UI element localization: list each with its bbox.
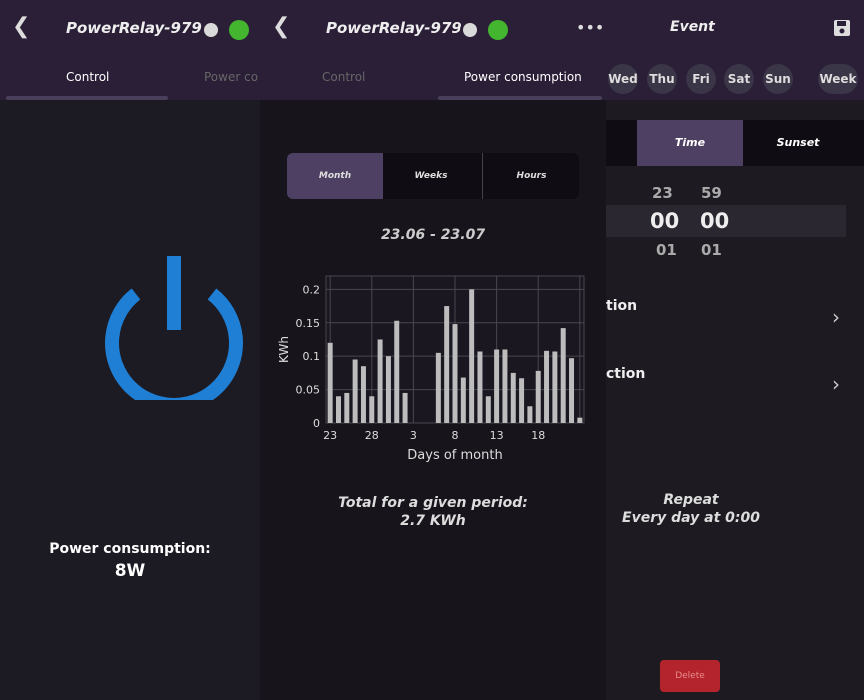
power-consumption-value: 8W — [114, 561, 146, 581]
x-tick-label: 3 — [410, 429, 417, 442]
bar — [477, 351, 483, 423]
picker-hour-next[interactable]: 01 — [656, 241, 677, 259]
online-status-icon — [488, 20, 508, 40]
active-tab-indicator — [438, 96, 602, 100]
bar — [444, 306, 450, 423]
bar — [377, 339, 383, 423]
segment-month[interactable]: Month — [287, 153, 383, 199]
date-range: 23.06 - 23.07 — [380, 227, 486, 243]
action-row-label[interactable]: tion — [606, 298, 637, 314]
globe-icon — [460, 20, 480, 40]
y-tick-label: 0.15 — [296, 317, 321, 330]
bar — [385, 356, 391, 423]
header-bar: ❮ PowerRelay-979c ••• Control Power cons… — [260, 0, 606, 100]
save-icon[interactable] — [833, 19, 851, 37]
segment-weeks[interactable]: Weeks — [383, 153, 479, 199]
control-panel: ❮ PowerRelay-979c Control Power co Power… — [0, 0, 260, 700]
day-sun[interactable]: Sun — [763, 64, 793, 94]
bar — [527, 406, 533, 423]
bar — [335, 396, 341, 423]
bar — [402, 392, 408, 423]
bar — [502, 349, 508, 423]
repeat-value[interactable]: Every day at 0:00 — [606, 510, 776, 526]
device-title: PowerRelay-979c — [66, 19, 211, 37]
x-tick-label: 13 — [490, 429, 504, 442]
segment-hours[interactable]: Hours — [482, 153, 580, 199]
bar — [519, 378, 525, 423]
y-tick-label: 0.2 — [303, 283, 321, 296]
tab-control[interactable]: Control — [66, 70, 109, 84]
bar — [552, 351, 558, 423]
picker-minute-prev[interactable]: 59 — [701, 184, 722, 202]
mode-time[interactable]: Time — [637, 120, 743, 166]
back-arrow-icon[interactable]: ❮ — [12, 14, 30, 39]
bar — [394, 320, 400, 423]
action-row-label[interactable]: ction — [606, 366, 645, 382]
power-consumption-label: Power consumption: — [49, 541, 211, 557]
day-week[interactable]: Week — [818, 64, 858, 94]
delete-button[interactable]: Delete — [660, 660, 720, 692]
y-tick-label: 0.1 — [303, 350, 321, 363]
bar — [452, 324, 458, 423]
bar — [577, 417, 583, 423]
bar — [460, 377, 466, 423]
bar — [569, 358, 575, 423]
picker-hour-prev[interactable]: 23 — [652, 184, 673, 202]
chevron-right-icon[interactable]: › — [832, 305, 840, 329]
day-fri[interactable]: Fri — [686, 64, 716, 94]
day-thu[interactable]: Thu — [647, 64, 677, 94]
globe-icon — [201, 20, 221, 40]
tab-power-consumption[interactable]: Power consumption — [464, 70, 582, 84]
mode-sunset[interactable]: Sunset — [743, 120, 853, 166]
tab-control[interactable]: Control — [322, 70, 365, 84]
day-wed[interactable]: Wed — [608, 64, 638, 94]
x-tick-label: 28 — [365, 429, 379, 442]
header-bar: ❮ PowerRelay-979c Control Power co — [0, 0, 260, 100]
bar — [535, 370, 541, 423]
device-title: PowerRelay-979c — [326, 19, 471, 37]
picker-minute-next[interactable]: 01 — [701, 241, 722, 259]
bar — [510, 372, 516, 423]
bar — [360, 366, 366, 423]
y-tick-label: 0 — [313, 417, 320, 430]
chevron-right-icon[interactable]: › — [832, 372, 840, 396]
online-status-icon — [229, 20, 249, 40]
x-axis-label: Days of month — [407, 448, 502, 463]
total-label: Total for a given period: — [338, 495, 528, 511]
mode-selector: Time Sunset — [606, 120, 864, 166]
total-value: 2.7 KWh — [400, 513, 466, 529]
x-tick-label: 8 — [452, 429, 459, 442]
bar — [369, 396, 375, 423]
more-options-icon[interactable]: ••• — [576, 18, 604, 37]
bar — [327, 342, 333, 423]
active-tab-indicator — [6, 96, 168, 100]
picker-minute-value[interactable]: 00 — [700, 209, 729, 233]
bar — [494, 349, 500, 423]
bar — [485, 396, 491, 423]
power-button-icon[interactable] — [100, 252, 248, 400]
event-panel: Event Wed Thu Fri Sat Sun Week Time Suns… — [606, 0, 864, 700]
picker-hour-value[interactable]: 00 — [650, 209, 679, 233]
event-title: Event — [670, 19, 715, 35]
header-bar: Event Wed Thu Fri Sat Sun Week — [606, 0, 864, 100]
bar — [560, 328, 566, 423]
bar — [344, 392, 350, 423]
power-consumption-panel: ❮ PowerRelay-979c ••• Control Power cons… — [260, 0, 606, 700]
consumption-chart: 0 0.05 0.1 0.15 0.2 23 28 3 8 13 18 Days of month KW… — [277, 275, 585, 463]
tab-power-consumption[interactable]: Power co — [204, 70, 258, 84]
day-sat[interactable]: Sat — [724, 64, 754, 94]
bar — [352, 359, 358, 423]
bar — [469, 289, 475, 423]
period-selector: Month Weeks Hours — [287, 153, 579, 199]
y-axis-label: KWh — [277, 336, 291, 363]
x-tick-label: 23 — [323, 429, 337, 442]
bar — [544, 350, 550, 423]
x-tick-label: 18 — [531, 429, 545, 442]
y-tick-label: 0.05 — [296, 384, 321, 397]
bar — [435, 352, 441, 423]
repeat-title: Repeat — [663, 492, 719, 508]
back-arrow-icon[interactable]: ❮ — [272, 14, 290, 39]
